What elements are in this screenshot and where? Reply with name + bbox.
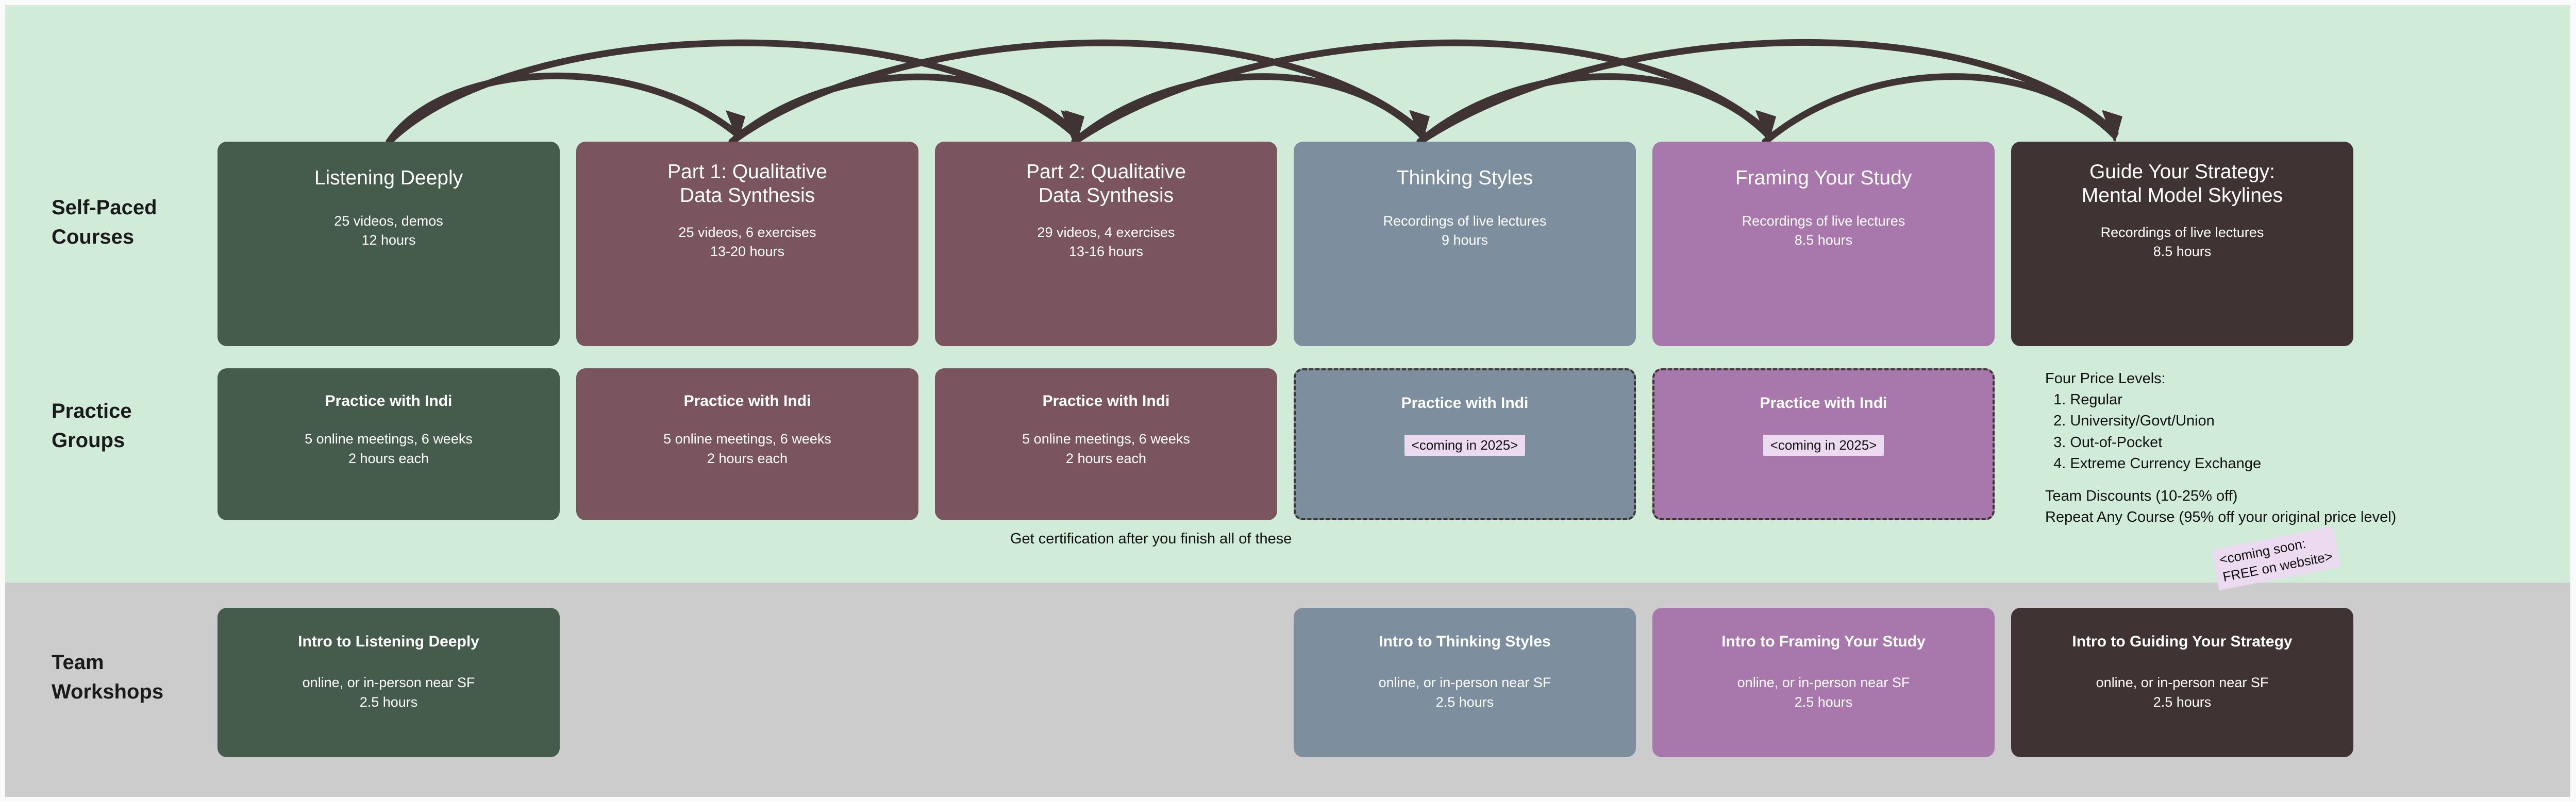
practice-group-title: Practice with Indi [1760, 395, 1887, 412]
workshop-details: online, or in-person near SF 2.5 hours [302, 675, 475, 710]
workshop-card-framing-your-study[interactable]: Intro to Framing Your Study online, or i… [1652, 608, 1995, 757]
practice-group-card-thinking-styles[interactable]: Practice with Indi <coming in 2025> [1294, 368, 1636, 520]
coming-in-2025-badge: <coming in 2025> [1404, 435, 1526, 456]
course-details: Recordings of live lectures 9 hours [1383, 213, 1547, 248]
row-label-practice-groups: Practice Groups [52, 400, 132, 452]
course-card-framing-your-study[interactable]: Framing Your Study Recordings of live le… [1652, 142, 1995, 346]
practice-group-title: Practice with Indi [683, 393, 811, 409]
course-pathway-diagram: Self-Paced Courses Practice Groups Team … [0, 0, 2576, 802]
course-details: 29 videos, 4 exercises 13-16 hours [1037, 225, 1175, 260]
workshop-card-guiding-your-strategy[interactable]: Intro to Guiding Your Strategy online, o… [2011, 608, 2353, 757]
practice-group-details: 5 online meetings, 6 weeks 2 hours each [305, 431, 473, 466]
team-discount-note: Team Discounts (10-25% off) [2045, 487, 2238, 504]
workshop-details: online, or in-person near SF 2.5 hours [1737, 675, 1910, 710]
practice-group-details: 5 online meetings, 6 weeks 2 hours each [1022, 431, 1190, 466]
repeat-discount-note: Repeat Any Course (95% off your original… [2045, 509, 2397, 526]
practice-group-title: Practice with Indi [1401, 395, 1529, 412]
pricing-spacer [2045, 474, 2396, 486]
workshop-title: Intro to Framing Your Study [1721, 633, 1926, 650]
workshop-details: online, or in-person near SF 2.5 hours [2096, 675, 2269, 710]
row-label-self-paced-courses: Self-Paced Courses [52, 196, 157, 248]
practice-group-title: Practice with Indi [1042, 393, 1170, 409]
row-label-team-workshops: Team Workshops [52, 651, 164, 703]
certification-note: Get certification after you finish all o… [1010, 531, 1292, 547]
practice-group-card-qualitative-part-2[interactable]: Practice with Indi 5 online meetings, 6 … [935, 368, 1277, 520]
course-details: Recordings of live lectures 8.5 hours [1742, 213, 1905, 248]
workshop-title: Intro to Guiding Your Strategy [2072, 633, 2293, 650]
workshop-details: online, or in-person near SF 2.5 hours [1378, 675, 1551, 710]
course-title: Listening Deeply [314, 167, 463, 189]
workshop-card-thinking-styles[interactable]: Intro to Thinking Styles online, or in-p… [1294, 608, 1636, 757]
price-level-1: 1. Regular [2045, 391, 2122, 408]
course-card-guide-your-strategy[interactable]: Guide Your Strategy: Mental Model Skylin… [2011, 142, 2353, 346]
workshop-card-listening-deeply[interactable]: Intro to Listening Deeply online, or in-… [218, 608, 560, 757]
price-level-2: 2. University/Govt/Union [2045, 413, 2215, 430]
practice-group-card-listening-deeply[interactable]: Practice with Indi 5 online meetings, 6 … [218, 368, 560, 520]
workshop-title: Intro to Thinking Styles [1379, 633, 1551, 650]
course-card-qualitative-part-2[interactable]: Part 2: Qualitative Data Synthesis 29 vi… [935, 142, 1277, 346]
pricing-info: Four Price Levels: 1. Regular 2. Univers… [2045, 368, 2396, 528]
course-title: Part 1: Qualitative Data Synthesis [667, 161, 827, 207]
pricing-heading: Four Price Levels: [2045, 370, 2166, 387]
practice-group-details: 5 online meetings, 6 weeks 2 hours each [663, 431, 831, 466]
practice-group-card-framing-your-study[interactable]: Practice with Indi <coming in 2025> [1652, 368, 1995, 520]
practice-group-title: Practice with Indi [325, 393, 453, 409]
workshop-title: Intro to Listening Deeply [298, 633, 479, 650]
course-details: 25 videos, 6 exercises 13-20 hours [678, 225, 816, 260]
course-card-thinking-styles[interactable]: Thinking Styles Recordings of live lectu… [1294, 142, 1636, 346]
course-card-qualitative-part-1[interactable]: Part 1: Qualitative Data Synthesis 25 vi… [576, 142, 918, 346]
price-level-3: 3. Out-of-Pocket [2045, 434, 2163, 451]
coming-in-2025-badge: <coming in 2025> [1763, 435, 1884, 456]
course-title: Part 2: Qualitative Data Synthesis [1026, 161, 1186, 207]
price-level-4: 4. Extreme Currency Exchange [2045, 455, 2262, 472]
course-title: Thinking Styles [1396, 167, 1533, 189]
course-details: Recordings of live lectures 8.5 hours [2100, 225, 2264, 260]
course-card-listening-deeply[interactable]: Listening Deeply 25 videos, demos 12 hou… [218, 142, 560, 346]
practice-group-card-qualitative-part-1[interactable]: Practice with Indi 5 online meetings, 6 … [576, 368, 918, 520]
course-title: Guide Your Strategy: Mental Model Skylin… [2081, 161, 2283, 207]
course-details: 25 videos, demos 12 hours [334, 213, 443, 248]
course-title: Framing Your Study [1735, 167, 1912, 189]
